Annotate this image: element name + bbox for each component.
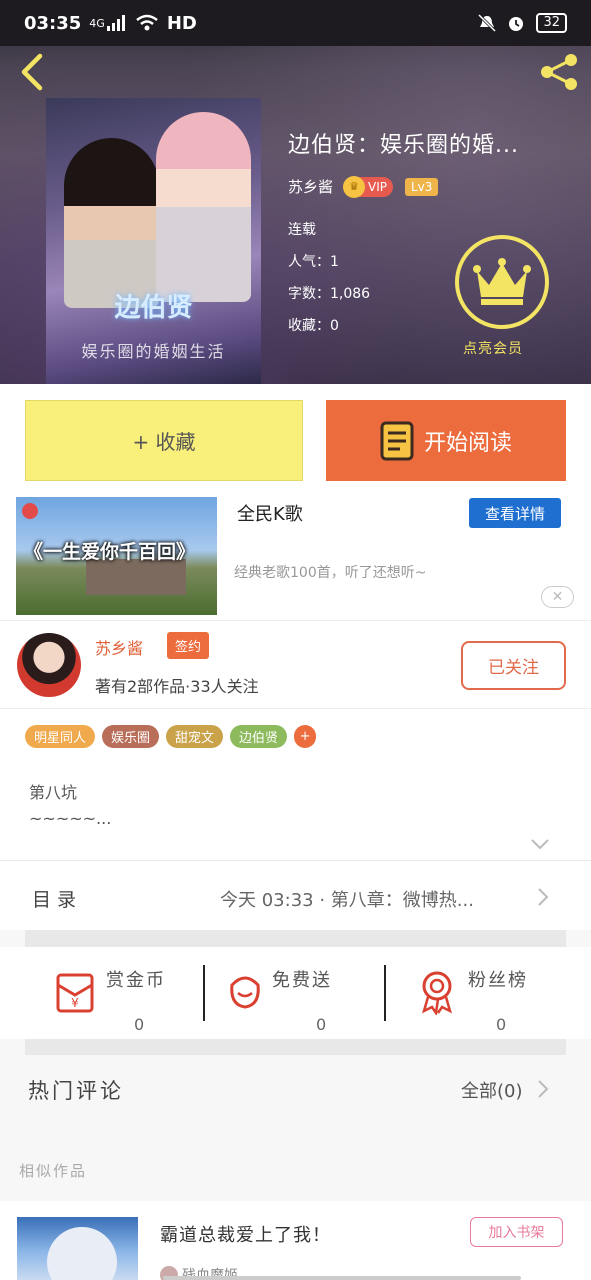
- cover-figure-left: [64, 138, 159, 308]
- vip-badge: ♛ VIP: [343, 175, 393, 198]
- red-envelope-icon: ¥: [56, 973, 94, 1013]
- tag-list: 明星同人 娱乐圈 甜宠文 边伯贤 +: [25, 725, 317, 748]
- ad-image-text: 《一生爱你千百回》: [24, 541, 196, 563]
- comments-header: 热门评论 全部(0): [0, 1055, 591, 1145]
- stats-row: ¥ 赏金币 0 免费送 0 粉丝榜 0: [0, 947, 591, 1039]
- reward-stat[interactable]: ¥ 赏金币 0: [48, 963, 228, 1034]
- gift-stat[interactable]: 免费送 0: [220, 963, 400, 1034]
- author-section: 苏乡酱 签约 著有2部作品·33人关注 已关注: [0, 620, 591, 708]
- gift-value: 0: [316, 1015, 327, 1034]
- crown-icon: ♛: [343, 175, 366, 198]
- chevron-right-icon[interactable]: [537, 1079, 549, 1099]
- author-avatar[interactable]: [17, 633, 81, 697]
- flower-icon: [230, 976, 260, 1009]
- author-stats: 著有2部作品·33人关注: [95, 677, 259, 696]
- book-favorites: 收藏：0: [288, 318, 339, 334]
- ad-detail-button[interactable]: 查看详情: [469, 498, 561, 528]
- ad-name[interactable]: 全民K歌: [237, 500, 303, 526]
- network-indicator: 4G: [89, 16, 105, 30]
- reward-value: 0: [134, 1015, 145, 1034]
- start-reading-button[interactable]: 开始阅读: [326, 400, 566, 481]
- separator: [25, 930, 566, 947]
- divider: [203, 965, 205, 1021]
- book-status: 连载: [288, 222, 316, 238]
- book-header: 03:35 4G HD 32 边伯贤 娱乐圈的婚姻生活 边伯贤：娱乐圈的婚...…: [0, 0, 591, 384]
- book-icon: [380, 421, 414, 460]
- chevron-right-icon: [538, 888, 549, 906]
- tag-item[interactable]: 边伯贤: [230, 725, 288, 748]
- header-author-name[interactable]: 苏乡酱: [288, 176, 333, 197]
- level-badge: Lv3: [405, 177, 439, 196]
- divider: [384, 965, 386, 1021]
- intro-line-2: ~~~~~...: [29, 809, 112, 828]
- book-cover[interactable]: 边伯贤 娱乐圈的婚姻生活: [46, 98, 261, 384]
- hd-indicator: HD: [166, 12, 197, 34]
- member-label[interactable]: 点亮会员: [463, 338, 523, 358]
- comments-all-link[interactable]: 全部(0): [461, 1077, 523, 1103]
- svg-text:¥: ¥: [71, 996, 79, 1010]
- tags-intro-section: 明星同人 娱乐圈 甜宠文 边伯贤 + 第八坑 ~~~~~...: [0, 708, 591, 860]
- ad-logo-icon: [22, 503, 38, 519]
- collect-button[interactable]: + 收藏: [25, 400, 303, 481]
- horizontal-scrollbar[interactable]: [163, 1276, 521, 1280]
- medal-icon: [422, 971, 452, 1015]
- similar-book-cover[interactable]: [17, 1217, 138, 1280]
- mute-icon: [478, 14, 497, 32]
- crown-icon: [473, 258, 531, 305]
- tag-item[interactable]: 明星同人: [25, 725, 96, 748]
- book-popularity: 人气：1: [288, 254, 339, 270]
- intro-line-1: 第八坑: [29, 783, 78, 802]
- gift-label: 免费送: [272, 970, 332, 991]
- ad-image[interactable]: 《一生爱你千百回》: [16, 497, 217, 615]
- catalog-row[interactable]: 目录 今天 03:33 · 第八章：微博热...: [0, 860, 591, 930]
- reward-label: 赏金币: [106, 970, 166, 991]
- tag-item[interactable]: 娱乐圈: [102, 725, 160, 748]
- share-icon[interactable]: [537, 50, 581, 94]
- cover-title: 边伯贤: [114, 293, 193, 323]
- separator: [25, 1039, 566, 1056]
- member-button[interactable]: [455, 235, 549, 329]
- similar-book-title[interactable]: 霸道总裁爱上了我！: [160, 1221, 331, 1247]
- author-name[interactable]: 苏乡酱: [95, 635, 143, 659]
- status-time: 03:35: [24, 12, 82, 34]
- ad-description: 经典老歌100首，听了还想听~: [234, 565, 427, 581]
- action-bar: + 收藏 开始阅读: [0, 384, 591, 496]
- catalog-latest-chapter: 今天 03:33 · 第八章：微博热...: [220, 890, 474, 911]
- book-title: 边伯贤：娱乐圈的婚...: [288, 133, 519, 158]
- battery-indicator: 32: [536, 13, 567, 33]
- similar-works-title: 相似作品: [19, 1162, 88, 1180]
- signal-icon: [106, 15, 125, 31]
- book-word-count: 字数：1,086: [288, 286, 371, 302]
- ad-close-icon[interactable]: ✕: [541, 586, 574, 608]
- fans-stat[interactable]: 粉丝榜 0: [412, 963, 591, 1034]
- fans-value: 0: [496, 1015, 507, 1034]
- chevron-down-icon[interactable]: [531, 837, 549, 851]
- alarm-icon: [509, 17, 524, 31]
- similar-work-item[interactable]: 霸道总裁爱上了我！ 残血魔姬 加入书架: [0, 1201, 591, 1280]
- tag-item[interactable]: 甜宠文: [166, 725, 224, 748]
- cover-subtitle: 娱乐圈的婚姻生活: [81, 342, 226, 361]
- add-to-shelf-button[interactable]: 加入书架: [470, 1217, 563, 1247]
- wifi-icon: [136, 14, 158, 31]
- tag-more-button[interactable]: +: [294, 725, 317, 748]
- ad-house: [86, 559, 186, 595]
- start-reading-label: 开始阅读: [423, 430, 512, 456]
- author-row: 苏乡酱 ♛ VIP Lv3: [288, 175, 439, 198]
- fans-label: 粉丝榜: [468, 970, 528, 991]
- catalog-label: 目录: [32, 889, 83, 911]
- status-bar: 03:35 4G HD 32: [0, 0, 591, 46]
- comments-title: 热门评论: [28, 1079, 124, 1103]
- vip-label: VIP: [368, 179, 387, 194]
- signed-badge: 签约: [167, 632, 210, 659]
- follow-button[interactable]: 已关注: [461, 641, 566, 690]
- cover-figure-right: [156, 112, 251, 302]
- ad-banner: 《一生爱你千百回》 全民K歌 查看详情 经典老歌100首，听了还想听~ ✕: [0, 496, 591, 620]
- back-icon[interactable]: [14, 52, 50, 92]
